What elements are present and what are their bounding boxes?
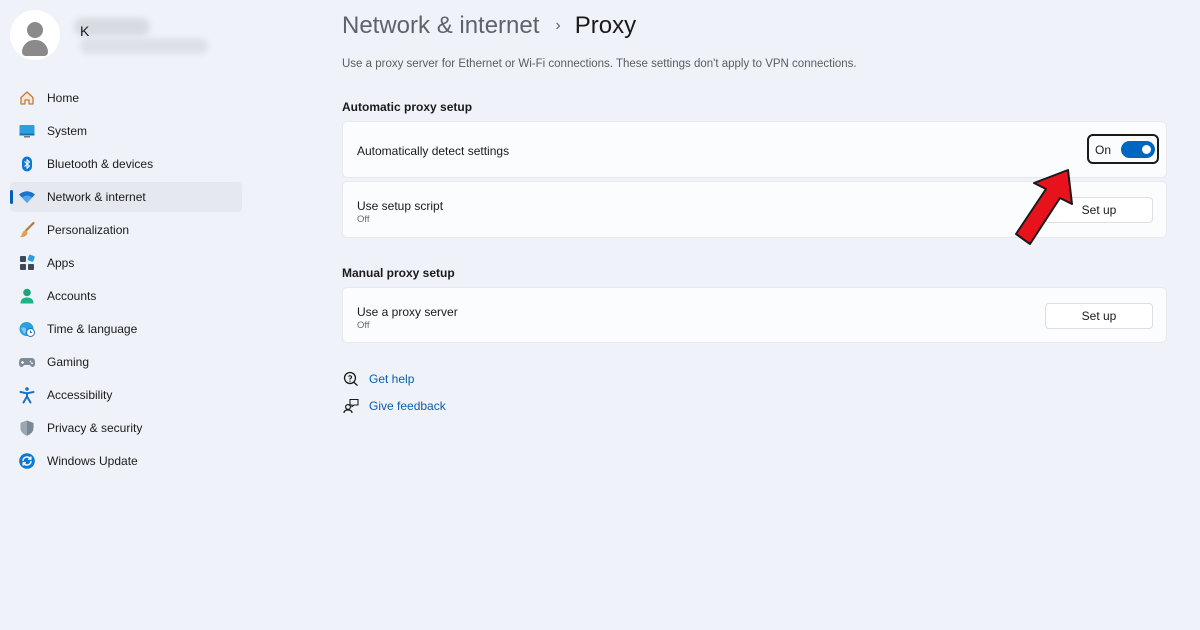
sidebar-item-label: Accounts [47,289,97,303]
sidebar: K Home System Bluetooth & devices Networ… [0,0,250,630]
shield-icon [18,419,36,437]
wifi-icon [18,188,36,206]
feedback-icon [342,397,360,415]
home-icon [18,89,36,107]
sidebar-item-label: System [47,124,88,138]
bluetooth-icon [18,155,36,173]
sidebar-item-label: Home [47,91,80,105]
user-name: K [80,23,90,39]
toggle-state-label: On [1095,143,1112,157]
sidebar-item-bluetooth[interactable]: Bluetooth & devices [10,149,242,179]
proxy-server-status: Off [357,320,370,331]
sidebar-item-label: Bluetooth & devices [47,157,154,171]
chevron-right-icon: › [555,17,561,34]
avatar[interactable] [10,10,60,60]
give-feedback-label[interactable]: Give feedback [369,399,446,413]
sidebar-item-windows-update[interactable]: Windows Update [10,446,242,476]
page-title: Network & internet › Proxy [342,12,636,40]
toggle-switch[interactable] [1121,141,1155,158]
gamepad-icon [18,353,36,371]
sidebar-item-personalization[interactable]: Personalization [10,215,242,245]
red-arrow-annotation [1015,169,1073,245]
sidebar-item-label: Accessibility [47,388,113,402]
system-icon [18,122,36,140]
give-feedback-link[interactable]: Give feedback [342,397,446,415]
help-chat-icon [342,370,360,388]
auto-detect-toggle[interactable]: On [1087,134,1159,164]
auto-detect-label: Automatically detect settings [357,144,510,158]
setup-script-status: Off [357,214,370,225]
sidebar-item-time-language[interactable]: Time & language [10,314,242,344]
sidebar-item-apps[interactable]: Apps [10,248,242,278]
sidebar-item-gaming[interactable]: Gaming [10,347,242,377]
proxy-server-label: Use a proxy server [357,305,458,319]
user-profile[interactable]: K [10,10,240,62]
globe-clock-icon [18,320,36,338]
sidebar-item-label: Apps [47,256,75,270]
brush-icon [18,221,36,239]
sidebar-item-label: Time & language [47,322,138,336]
sidebar-item-label: Privacy & security [47,421,143,435]
setup-script-label: Use setup script [357,199,444,213]
sidebar-item-accounts[interactable]: Accounts [10,281,242,311]
breadcrumb-current: Proxy [574,12,637,39]
accessibility-icon [18,386,36,404]
user-email-redaction [80,38,208,54]
sidebar-item-label: Network & internet [47,190,146,204]
sidebar-item-label: Personalization [47,223,130,237]
sidebar-nav: Home System Bluetooth & devices Network … [10,83,242,479]
page-description: Use a proxy server for Ethernet or Wi-Fi… [342,58,857,70]
sidebar-item-home[interactable]: Home [10,83,242,113]
breadcrumb-parent[interactable]: Network & internet [342,12,539,40]
card-proxy-server: Use a proxy server Off [342,287,1167,343]
get-help-link[interactable]: Get help [342,370,414,388]
update-icon [18,452,36,470]
sidebar-item-accessibility[interactable]: Accessibility [10,380,242,410]
section-title-automatic: Automatic proxy setup [342,100,473,114]
get-help-label[interactable]: Get help [369,372,414,386]
section-title-manual: Manual proxy setup [342,266,455,280]
sidebar-item-label: Gaming [47,355,90,369]
accounts-icon [18,287,36,305]
sidebar-item-label: Windows Update [47,454,138,468]
sidebar-item-network[interactable]: Network & internet [10,182,242,212]
apps-icon [18,254,36,272]
sidebar-item-system[interactable]: System [10,116,242,146]
proxy-server-setup-button[interactable]: Set up [1045,303,1153,329]
sidebar-item-privacy-security[interactable]: Privacy & security [10,413,242,443]
